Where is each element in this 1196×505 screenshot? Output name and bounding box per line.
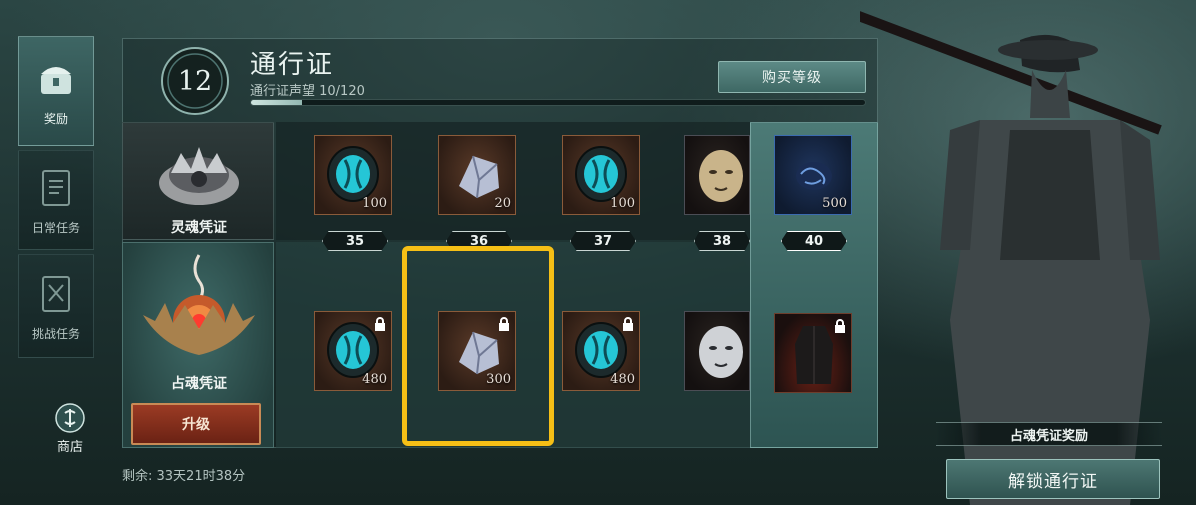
tab-rewards-label: 奖励 [43, 111, 68, 126]
shop-button[interactable]: 商店 [48, 402, 92, 455]
level-tag-37: 37 [570, 231, 636, 251]
unlock-pass-button[interactable]: 解锁通行证 [946, 459, 1160, 499]
pass-level: 12 [177, 65, 213, 97]
paid-reward-caption: 占魂凭证奖励 [936, 422, 1162, 446]
free-reward-40[interactable]: 500 [774, 135, 852, 215]
soul-token-crown-icon [159, 147, 239, 205]
reward-quantity: 500 [822, 196, 847, 211]
tab-daily-tasks-label: 日常任务 [31, 220, 80, 235]
free-reward-38[interactable] [684, 135, 750, 215]
lock-icon [835, 319, 845, 333]
paid-reward-37[interactable]: 480 [562, 311, 640, 391]
paid-reward-38[interactable] [684, 311, 750, 391]
reward-quantity: 480 [610, 372, 635, 387]
prestige-progress-fill [251, 100, 302, 105]
treasure-chest-icon [41, 66, 71, 94]
reward-quantity: 100 [610, 196, 635, 211]
paid-tier-name: 占魂凭证 [171, 376, 227, 392]
lock-icon [375, 317, 385, 331]
selection-highlight [402, 246, 554, 446]
buy-level-button[interactable]: 购买等级 [718, 61, 866, 93]
free-reward-37[interactable]: 100 [562, 135, 640, 215]
prestige-progress-bar [250, 99, 866, 106]
level-tag-35: 35 [322, 231, 388, 251]
level-tag-38: 38 [694, 231, 750, 251]
free-tier-panel: 灵魂凭证 [122, 122, 274, 240]
reward-quantity: 100 [362, 196, 387, 211]
tab-challenge-tasks-label: 挑战任务 [31, 326, 80, 341]
upgrade-button[interactable]: 升级 [131, 403, 261, 445]
free-reward-35[interactable]: 100 [314, 135, 392, 215]
free-reward-36[interactable]: 20 [438, 135, 516, 215]
shop-icon [55, 403, 85, 433]
paid-reward-35[interactable]: 480 [314, 311, 392, 391]
golden-mask-icon [699, 150, 743, 202]
free-tier-name: 灵魂凭证 [171, 220, 227, 236]
soul-divination-hand-icon [143, 254, 255, 355]
reward-quantity: 20 [494, 196, 511, 211]
tab-daily-tasks[interactable]: 日常任务 [18, 150, 94, 250]
daily-book-icon [42, 169, 70, 206]
page-title: 通行证 [250, 50, 335, 80]
tab-rewards[interactable]: 奖励 [18, 36, 94, 146]
paid-reward-40[interactable] [774, 313, 852, 393]
reward-quantity: 480 [362, 372, 387, 387]
silver-mask-icon [699, 326, 743, 378]
prestige-text: 通行证声望 10/120 [250, 84, 365, 99]
challenge-book-icon [42, 275, 70, 312]
tab-challenge-tasks[interactable]: 挑战任务 [18, 254, 94, 358]
level-tag-40: 40 [781, 231, 847, 251]
lock-icon [623, 317, 633, 331]
time-remaining: 剩余: 33天21时38分 [122, 469, 246, 484]
shop-label: 商店 [56, 440, 83, 455]
